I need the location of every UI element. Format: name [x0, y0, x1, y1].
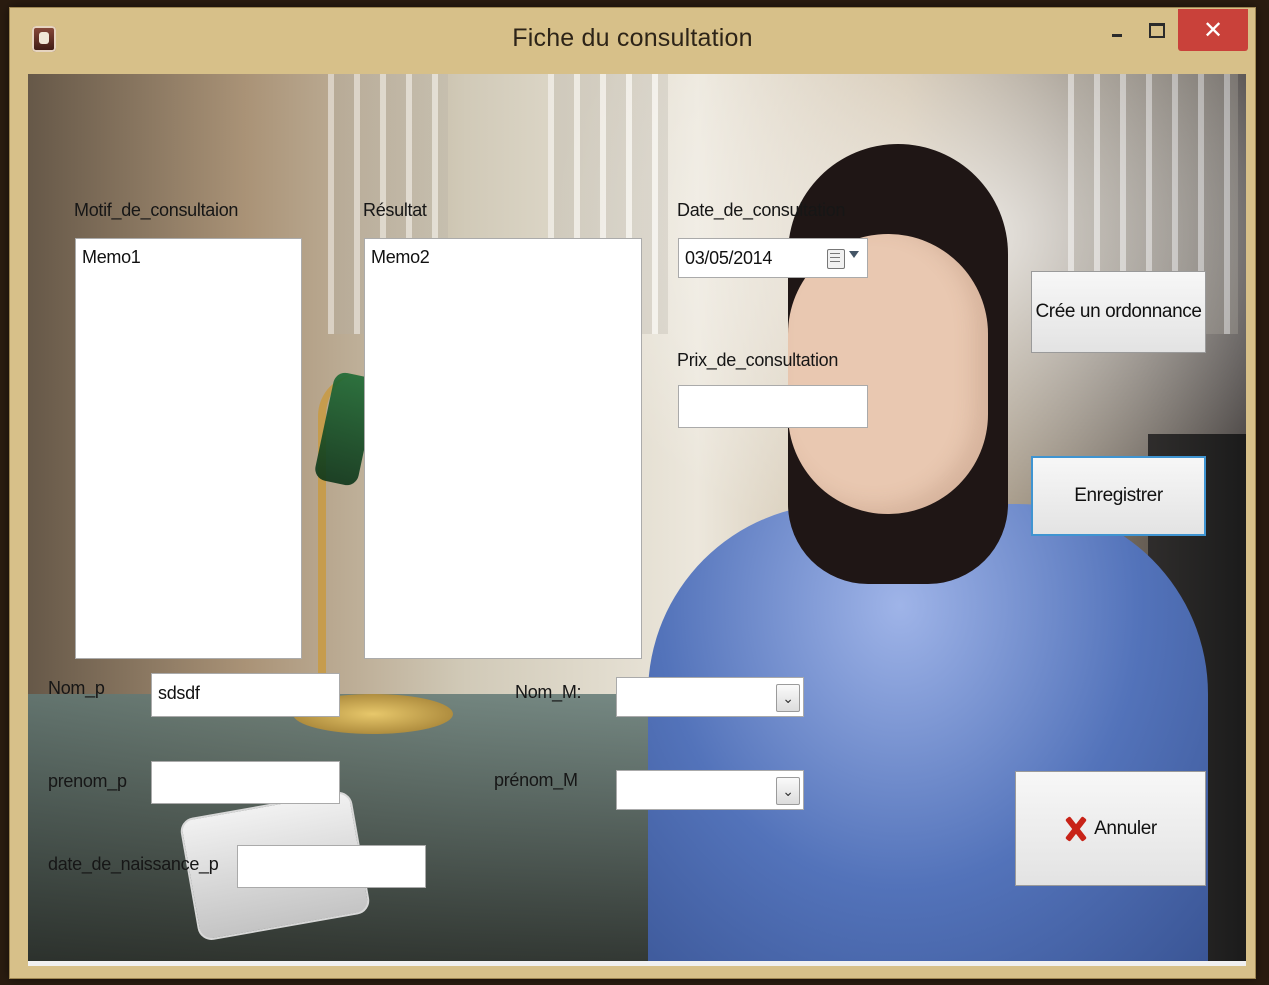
calendar-icon[interactable]	[827, 249, 845, 269]
minimize-button[interactable]	[1100, 8, 1134, 52]
prenom-m-label: prénom_M	[494, 770, 578, 790]
nom-p-label: Nom_p	[48, 678, 105, 698]
prenom-p-input[interactable]	[151, 761, 340, 804]
date-naissance-input[interactable]	[237, 845, 426, 888]
resultat-memo[interactable]: Memo2	[364, 238, 642, 659]
form-client-area: Motif_de_consultaion Memo1 Résultat Memo…	[28, 74, 1246, 966]
motif-memo[interactable]: Memo1	[75, 238, 302, 659]
close-button[interactable]: ✕	[1178, 9, 1248, 51]
prenom-p-label: prenom_p	[48, 771, 127, 791]
chevron-down-icon[interactable]: ⌄	[776, 777, 800, 805]
minimize-icon	[1112, 33, 1122, 37]
close-icon: ✕	[1202, 16, 1224, 44]
nom-m-combobox[interactable]: ⌄	[616, 677, 804, 717]
consultation-window: Fiche du consultation ✕ Motif_de_consult…	[10, 8, 1255, 978]
resultat-label: Résultat	[363, 200, 427, 220]
title-bar[interactable]: Fiche du consultation ✕	[10, 8, 1255, 74]
chevron-down-icon[interactable]: ⌄	[776, 684, 800, 712]
motif-label: Motif_de_consultaion	[74, 200, 239, 220]
maximize-icon	[1149, 22, 1165, 38]
dropdown-arrow-icon[interactable]	[849, 251, 859, 258]
annuler-button[interactable]: Annuler	[1015, 771, 1206, 886]
cancel-x-icon	[1064, 815, 1086, 843]
enregistrer-button[interactable]: Enregistrer	[1031, 456, 1206, 536]
prix-input[interactable]	[678, 385, 868, 428]
cree-ordonnance-button[interactable]: Crée un ordonnance	[1031, 271, 1206, 353]
nom-p-input[interactable]: sdsdf	[151, 673, 340, 717]
date-consultation-picker[interactable]: 03/05/2014	[678, 238, 868, 278]
date-naissance-label: date_de_naissance_p	[48, 854, 219, 874]
date-consultation-value: 03/05/2014	[685, 248, 773, 268]
window-title: Fiche du consultation	[512, 24, 753, 52]
nom-m-label: Nom_M:	[515, 682, 582, 702]
enregistrer-label: Enregistrer	[1074, 485, 1163, 506]
prix-label: Prix_de_consultation	[677, 350, 839, 370]
maximize-button[interactable]	[1138, 8, 1176, 52]
bottom-strip	[28, 961, 1246, 966]
annuler-label: Annuler	[1094, 817, 1157, 839]
date-consultation-label: Date_de_consultation	[677, 200, 846, 220]
prenom-m-combobox[interactable]: ⌄	[616, 770, 804, 810]
cree-ordonnance-label: Crée un ordonnance	[1035, 301, 1202, 322]
